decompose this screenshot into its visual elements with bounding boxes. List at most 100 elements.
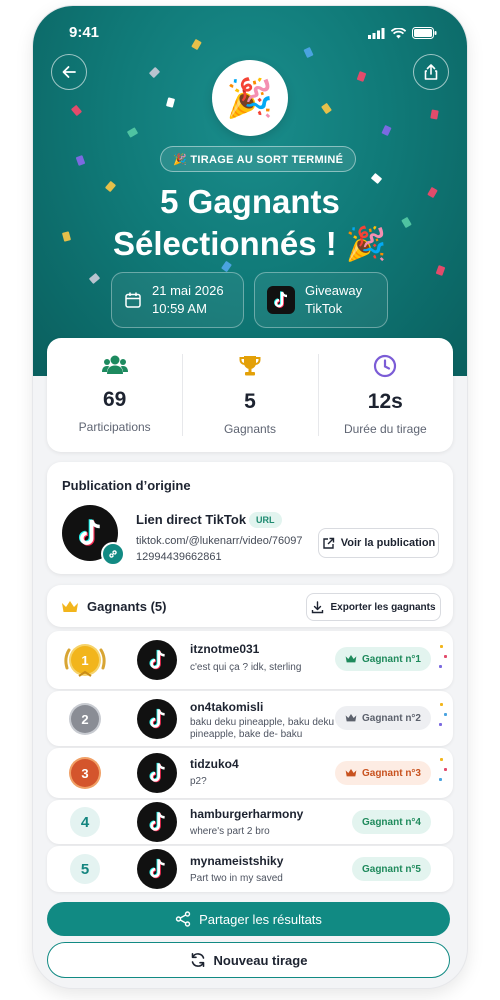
stat-winners: 5 Gagnants xyxy=(182,338,317,452)
origin-url[interactable]: tiktok.com/@lukenarr/video/7609712994439… xyxy=(136,533,306,565)
stat-label: Gagnants xyxy=(223,422,277,436)
giveaway-line-2: TikTok xyxy=(305,301,343,316)
link-icon xyxy=(101,542,125,566)
winner-badge-label: Gagnant n°4 xyxy=(361,816,421,828)
winners-header: Gagnants (5) Exporter les gagnants xyxy=(47,585,453,627)
back-button[interactable] xyxy=(51,54,87,90)
view-post-label: Voir la publication xyxy=(340,537,436,549)
tiktok-avatar xyxy=(137,699,177,739)
new-draw-button[interactable]: Nouveau tirage xyxy=(47,942,450,978)
winners-title: Gagnants (5) xyxy=(61,599,166,614)
calendar-icon xyxy=(125,292,141,308)
status-time: 9:41 xyxy=(69,24,100,41)
hero-header: 9:41 🎉 🎉 TIRAGE AU SORT TERMINÉ 5 Gagnan… xyxy=(33,6,467,376)
stats-card: 69 Participations 5 Gagnants 12s Durée d… xyxy=(47,338,453,452)
winner-badge-label: Gagnant n°2 xyxy=(361,712,421,724)
arrow-left-icon xyxy=(62,66,76,78)
tiktok-avatar xyxy=(137,802,177,842)
stat-label: Participations xyxy=(78,420,151,434)
share-results-label: Partager les résultats xyxy=(199,911,322,927)
refresh-icon xyxy=(191,953,204,967)
battery-icon xyxy=(412,24,437,43)
gold-medal-icon: 1 xyxy=(64,640,106,680)
silver-medal-icon: 2 xyxy=(65,699,105,739)
winner-name: itznotme031 xyxy=(190,642,260,656)
stat-value: 12s xyxy=(367,390,403,413)
rank-number: 2 xyxy=(71,705,99,733)
stat-label: Durée du tirage xyxy=(343,422,427,436)
tiktok-logo-icon xyxy=(148,858,165,879)
tiktok-avatar xyxy=(137,849,177,889)
giveaway-line-1: Giveaway xyxy=(305,283,363,298)
winner-row[interactable]: 4 hamburgerharmony where's part 2 bro Ga… xyxy=(47,800,453,844)
draw-time: 10:59 AM xyxy=(152,301,207,316)
share-results-button[interactable]: Partager les résultats xyxy=(47,902,450,936)
winner-badge: Gagnant n°1 xyxy=(334,647,431,671)
winner-name: hamburgerharmony xyxy=(190,807,304,821)
winner-badge-label: Gagnant n°5 xyxy=(361,863,421,875)
page-title: 5 Gagnants Sélectionnés ! 🎉 xyxy=(33,181,467,265)
winner-badge: Gagnant n°2 xyxy=(334,706,431,730)
bronze-medal-icon: 3 xyxy=(65,753,105,793)
winner-badge: Gagnant n°3 xyxy=(334,761,431,785)
winner-row[interactable]: 2 on4takomisli baku deku pineapple, baku… xyxy=(47,691,453,746)
crown-icon xyxy=(345,655,357,663)
external-link-icon xyxy=(323,537,334,549)
tiktok-logo-icon xyxy=(148,708,165,729)
rank-number: 3 xyxy=(71,759,99,787)
tiktok-logo-icon xyxy=(148,762,165,783)
winner-comment: Part two in my saved xyxy=(190,873,283,884)
rank-number: 5 xyxy=(70,854,100,884)
new-draw-label: Nouveau tirage xyxy=(213,952,308,968)
crown-icon xyxy=(345,769,357,777)
status-bar: 9:41 xyxy=(69,22,437,43)
winner-comment: where's part 2 bro xyxy=(190,826,270,837)
origin-title: Lien direct TikTok xyxy=(136,512,247,527)
winner-comment: baku deku pineapple, baku deku pineapple… xyxy=(190,717,335,740)
winner-badge: Gagnant n°5 xyxy=(351,857,431,881)
draw-complete-badge: 🎉 TIRAGE AU SORT TERMINÉ xyxy=(160,146,357,172)
rank-slot: 4 xyxy=(65,802,105,842)
winner-row[interactable]: 1 itznotme031 c'est qui ça ? idk, sterli… xyxy=(47,631,453,689)
rank-number: 4 xyxy=(70,807,100,837)
stat-participations: 69 Participations xyxy=(47,338,182,452)
winner-badge-label: Gagnant n°3 xyxy=(361,767,421,779)
winner-comment: p2? xyxy=(190,776,207,787)
share-upload-icon xyxy=(424,64,438,80)
rank-slot: 5 xyxy=(65,849,105,889)
wifi-icon xyxy=(390,24,407,43)
export-winners-button[interactable]: Exporter les gagnants xyxy=(306,593,441,621)
winner-name: on4takomisli xyxy=(190,700,264,714)
origin-post-card: Publication d’origine Lien direct TikTok… xyxy=(47,462,453,574)
share-button[interactable] xyxy=(413,54,449,90)
url-badge: URL xyxy=(249,512,282,528)
winner-row[interactable]: 3 tidzuko4 p2? Gagnant n°3 xyxy=(47,748,453,798)
winner-badge: Gagnant n°4 xyxy=(351,810,431,834)
winner-row[interactable]: 5 mynameistshiky Part two in my saved Ga… xyxy=(47,846,453,892)
stat-value: 5 xyxy=(244,390,256,413)
winner-name: tidzuko4 xyxy=(190,757,239,771)
winner-badge-label: Gagnant n°1 xyxy=(361,653,421,665)
stat-duration: 12s Durée du tirage xyxy=(317,338,453,452)
phone-frame: 9:41 🎉 🎉 TIRAGE AU SORT TERMINÉ 5 Gagnan… xyxy=(33,6,467,988)
tiktok-avatar xyxy=(137,753,177,793)
date-chip: 21 mai 2026 10:59 AM xyxy=(111,272,244,328)
party-popper-icon: 🎉 xyxy=(212,60,288,136)
clock-icon xyxy=(374,354,397,378)
winner-name: mynameistshiky xyxy=(190,854,284,868)
title-line-1: 5 Gagnants xyxy=(160,183,340,220)
download-icon xyxy=(312,600,324,613)
winner-comment: c'est qui ça ? idk, sterling xyxy=(190,662,302,673)
trophy-icon xyxy=(239,356,261,376)
tiktok-logo-icon xyxy=(148,649,165,670)
draw-date: 21 mai 2026 xyxy=(152,283,224,298)
share-nodes-icon xyxy=(175,911,191,927)
view-post-button[interactable]: Voir la publication xyxy=(318,528,439,558)
origin-section-title: Publication d’origine xyxy=(62,478,191,493)
tiktok-logo-icon xyxy=(267,286,295,314)
export-label: Exporter les gagnants xyxy=(330,601,436,613)
tiktok-logo-icon xyxy=(148,811,165,832)
crown-icon xyxy=(345,714,357,722)
signal-icon xyxy=(368,24,385,43)
stat-value: 69 xyxy=(102,388,127,411)
